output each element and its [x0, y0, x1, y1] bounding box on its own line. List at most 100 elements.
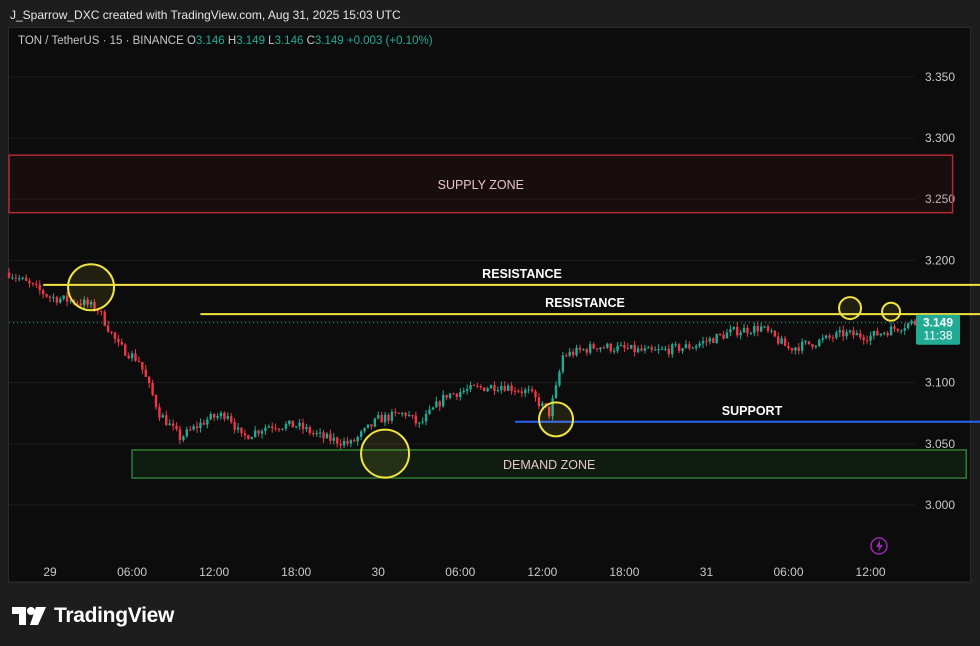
candle-body: [230, 416, 233, 422]
x-tick-label: 31: [700, 565, 714, 579]
candle-body: [674, 344, 677, 346]
candle-body: [189, 429, 192, 431]
candle-body: [459, 392, 462, 398]
candle-body: [862, 337, 865, 341]
candle-body: [859, 333, 862, 338]
candle-body: [845, 331, 848, 337]
x-tick-label: 06:00: [445, 565, 475, 579]
candle-body: [889, 326, 893, 336]
candle-body: [120, 342, 124, 345]
candle-body: [315, 433, 318, 435]
highlight-circle[interactable]: [360, 428, 411, 479]
candle-body: [554, 385, 558, 398]
candle-body: [691, 347, 694, 349]
candle-body: [206, 419, 209, 425]
candle-body: [469, 385, 472, 390]
candle-body: [243, 433, 247, 436]
candle-body: [739, 332, 742, 336]
x-tick-label: 12:00: [199, 565, 229, 579]
candle-body: [852, 330, 855, 336]
candle-body: [893, 326, 896, 329]
candle-body: [363, 427, 366, 432]
candle-body: [175, 425, 178, 430]
candle-body: [359, 431, 363, 437]
highlight-circle[interactable]: [881, 301, 902, 322]
candle-body: [301, 422, 305, 430]
candle-body: [14, 277, 18, 279]
candle-body: [903, 328, 906, 331]
candle-body: [510, 385, 513, 392]
candle-body: [759, 326, 763, 332]
candle-body: [722, 334, 725, 339]
candle-body: [582, 349, 585, 351]
candle-body: [41, 290, 45, 295]
candle-body: [199, 422, 202, 429]
candle-body: [465, 389, 469, 391]
candle-body: [585, 349, 588, 353]
candle-body: [38, 284, 41, 291]
candle-body: [264, 427, 267, 432]
candle-body: [913, 320, 917, 325]
candle-body: [558, 371, 561, 386]
candle-body: [151, 383, 154, 396]
candle-body: [773, 330, 777, 337]
candle-body: [472, 385, 476, 387]
candle-body: [127, 355, 130, 359]
candle-body: [267, 426, 271, 428]
candle-body: [828, 335, 831, 338]
candle-body: [462, 390, 465, 393]
candle-body: [742, 327, 746, 333]
candle-body: [141, 361, 144, 370]
candle-body: [240, 427, 243, 434]
candle-body: [647, 347, 650, 349]
candle-body: [48, 296, 52, 298]
candle-body: [650, 347, 653, 350]
candle-body: [732, 326, 735, 330]
candle-body: [701, 341, 705, 344]
candle-body: [657, 349, 660, 351]
candle-body: [616, 345, 619, 351]
candle-body: [257, 430, 260, 434]
y-tick-label: 3.100: [925, 376, 955, 390]
candle-body: [226, 416, 230, 419]
candle-body: [842, 330, 845, 337]
y-tick-label: 3.300: [925, 131, 955, 145]
candle-body: [879, 333, 883, 336]
candle-body: [62, 295, 65, 299]
candle-body: [800, 341, 804, 351]
candle-body: [712, 338, 715, 344]
candle-body: [718, 334, 722, 336]
candle-body: [400, 412, 404, 414]
candle-body: [565, 355, 568, 357]
candle-body: [438, 401, 441, 407]
candle-body: [824, 335, 828, 339]
candle-body: [137, 360, 141, 362]
highlight-circle[interactable]: [67, 263, 116, 312]
candle-body: [247, 435, 250, 440]
candle-body: [749, 333, 753, 335]
candle-body: [684, 344, 688, 349]
candle-body: [11, 277, 14, 279]
candle-body: [106, 325, 110, 332]
candle-body: [370, 424, 373, 427]
candle-body: [195, 426, 199, 429]
tradingview-logo-icon: [12, 607, 46, 625]
highlight-circle[interactable]: [838, 296, 863, 321]
highlight-circle[interactable]: [538, 401, 575, 438]
candle-body: [455, 393, 459, 398]
x-tick-label: 29: [43, 565, 57, 579]
candle-body: [223, 412, 226, 419]
tradingview-logo[interactable]: TradingView: [12, 603, 174, 629]
candle-body: [479, 386, 483, 388]
candle-body: [541, 403, 544, 407]
candlestick-chart[interactable]: 3.3503.3003.2503.2003.1503.1003.0503.000…: [0, 0, 980, 646]
price-tag-countdown: 11:38: [923, 329, 952, 343]
candle-body: [602, 347, 606, 349]
candle-body: [349, 440, 353, 444]
candle-body: [667, 348, 671, 355]
candle-body: [212, 413, 216, 418]
candle-body: [322, 432, 325, 439]
candle-body: [896, 328, 900, 331]
candle-body: [746, 327, 749, 334]
candle-body: [592, 344, 595, 349]
